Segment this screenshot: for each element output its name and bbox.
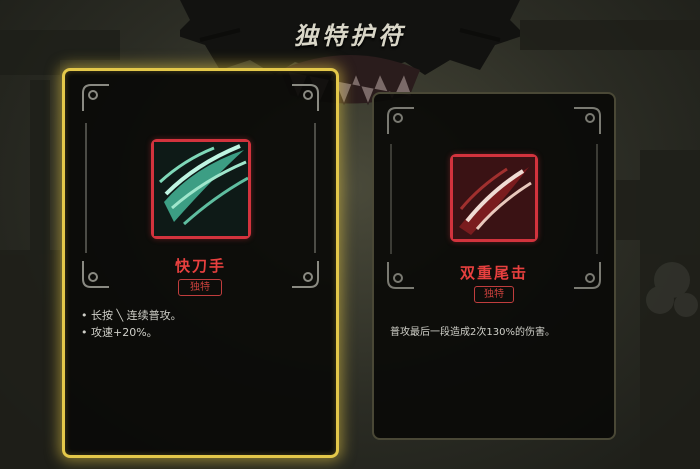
claw-slash-icon	[453, 157, 535, 239]
blade-slash-icon	[154, 142, 249, 236]
charm-icon-frame	[151, 139, 251, 239]
corner-ornament-icon	[82, 84, 109, 111]
rarity-badge: 独特	[178, 279, 222, 296]
side-divider	[596, 144, 598, 254]
corner-ornament-icon	[292, 84, 319, 111]
side-divider	[85, 123, 87, 253]
side-divider	[314, 123, 316, 253]
description-line: • 长按 ╲ 连续普攻。	[81, 309, 182, 322]
description-line: 普攻最后一段造成2次130%的伤害。	[390, 327, 555, 338]
side-divider	[390, 144, 392, 254]
charm-icon-frame	[450, 154, 538, 242]
charm-card-quick-blade[interactable]: 快刀手 独特 • 长按 ╲ 连续普攻。 • 攻速+20%。	[62, 68, 339, 458]
charm-name: 快刀手	[174, 257, 226, 275]
charm-description: • 长按 ╲ 连续普攻。 • 攻速+20%。	[81, 307, 321, 341]
rarity-badge: 独特	[474, 286, 514, 303]
charm-description: 普攻最后一段造成2次130%的伤害。	[390, 324, 604, 341]
corner-ornament-icon	[574, 107, 601, 134]
page-title: 独特护符	[294, 22, 406, 50]
charm-card-double-tail-strike[interactable]: 双重尾击 独特 普攻最后一段造成2次130%的伤害。	[372, 92, 616, 440]
corner-ornament-icon	[387, 107, 414, 134]
charm-name: 双重尾击	[459, 264, 528, 282]
description-line: • 攻速+20%。	[81, 326, 158, 339]
